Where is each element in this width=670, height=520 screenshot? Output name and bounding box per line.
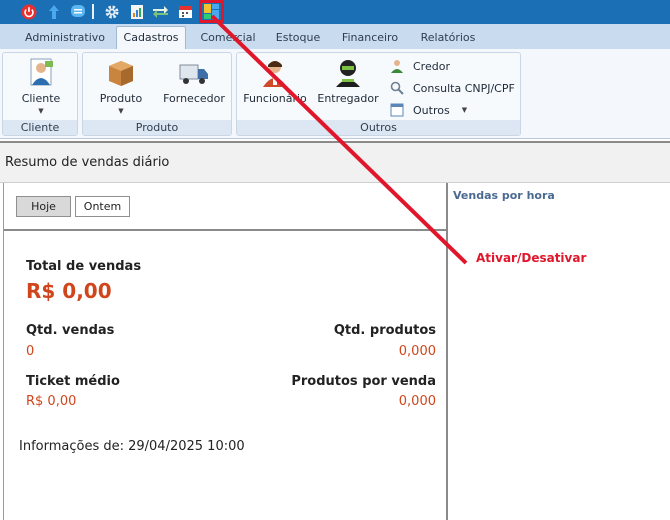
credor-label: Credor	[413, 59, 450, 73]
funcionario-label: Funcionário	[243, 92, 307, 105]
ribbon: Cliente ▼ Cliente Produto ▼ Fornecedor P…	[0, 49, 670, 139]
page-title: Resumo de vendas diário	[5, 155, 170, 170]
panel-header: Resumo de vendas diário	[0, 141, 670, 183]
yesterday-button[interactable]: Ontem	[75, 196, 130, 217]
cliente-button[interactable]: Cliente ▼	[11, 57, 71, 115]
qtd-produtos-label: Qtd. produtos	[333, 323, 436, 338]
period-selector: Hoje Ontem	[4, 183, 447, 231]
total-value: R$ 0,00	[26, 279, 112, 303]
search-icon	[389, 80, 405, 96]
chevron-down-icon: ▼	[461, 106, 468, 114]
group-label-outros: Outros	[237, 120, 520, 135]
person-icon	[389, 58, 405, 74]
funcionario-button[interactable]: Funcionário	[243, 57, 307, 105]
info-timestamp: Informações de: 29/04/2025 10:00	[19, 439, 245, 454]
consulta-cnpj-label: Consulta CNPJ/CPF	[413, 81, 515, 95]
outros-menu-button[interactable]: Outros ▼	[389, 100, 467, 120]
employee-icon	[263, 61, 287, 87]
group-label-produto: Produto	[83, 120, 231, 135]
today-button[interactable]: Hoje	[16, 196, 71, 217]
produto-label: Produto	[99, 92, 143, 105]
client-icon	[30, 58, 53, 86]
hourly-sales-pane: Vendas por hora	[448, 183, 670, 520]
quick-access-toolbar	[0, 0, 670, 24]
toolbar-separator	[92, 4, 94, 19]
group-cliente: Cliente ▼ Cliente	[2, 52, 78, 136]
ticket-label: Ticket médio	[26, 374, 120, 389]
arrow-up-icon[interactable]	[45, 3, 62, 20]
cliente-label: Cliente	[21, 92, 61, 105]
report-icon[interactable]	[128, 3, 145, 20]
qtd-produtos-value: 0,000	[398, 344, 436, 359]
truck-icon	[179, 64, 208, 84]
produtos-por-venda-value: 0,000	[398, 394, 436, 409]
power-icon[interactable]	[20, 3, 37, 20]
group-label-cliente: Cliente	[3, 120, 77, 135]
chat-icon[interactable]	[69, 3, 86, 20]
window-icon	[389, 102, 405, 118]
chevron-down-icon: ▼	[38, 107, 44, 115]
ribbon-tabs: Administrativo Cadastros Comercial Estoq…	[0, 24, 670, 52]
consulta-cnpj-button[interactable]: Consulta CNPJ/CPF	[389, 78, 515, 98]
tab-administrativo[interactable]: Administrativo	[20, 29, 110, 50]
tab-comercial[interactable]: Comercial	[196, 29, 260, 50]
gear-icon[interactable]	[103, 3, 120, 20]
qtd-vendas-value: 0	[26, 344, 35, 359]
tab-financeiro[interactable]: Financeiro	[336, 29, 404, 50]
summary-pane: Hoje Ontem Total de vendas R$ 0,00 Qtd. …	[3, 183, 448, 520]
fornecedor-label: Fornecedor	[163, 92, 225, 105]
group-produto: Produto ▼ Fornecedor Produto	[82, 52, 232, 136]
ticket-value: R$ 0,00	[26, 394, 77, 409]
box-icon	[109, 61, 133, 86]
produto-button[interactable]: Produto ▼	[93, 57, 149, 115]
tab-estoque[interactable]: Estoque	[270, 29, 326, 50]
highlight-box	[199, 0, 224, 23]
entregador-label: Entregador	[317, 92, 379, 105]
transfer-icon[interactable]	[152, 3, 169, 20]
outros-menu-label: Outros	[413, 103, 450, 117]
annotation-label: Ativar/Desativar	[476, 251, 587, 265]
app-window: Administrativo Cadastros Comercial Estoq…	[0, 0, 670, 520]
hourly-sales-title: Vendas por hora	[453, 189, 555, 202]
produtos-por-venda-label: Produtos por venda	[291, 374, 436, 389]
entregador-button[interactable]: Entregador	[315, 57, 381, 105]
total-label: Total de vendas	[26, 259, 142, 274]
credor-button[interactable]: Credor	[389, 56, 450, 76]
tab-relatorios[interactable]: Relatórios	[414, 29, 482, 50]
qtd-vendas-label: Qtd. vendas	[26, 323, 115, 338]
delivery-person-icon	[336, 60, 360, 87]
calendar-icon[interactable]	[177, 3, 194, 20]
group-outros: Funcionário Entregador Credor Consulta C…	[236, 52, 521, 136]
chevron-down-icon: ▼	[118, 107, 124, 115]
fornecedor-button[interactable]: Fornecedor	[161, 57, 227, 105]
